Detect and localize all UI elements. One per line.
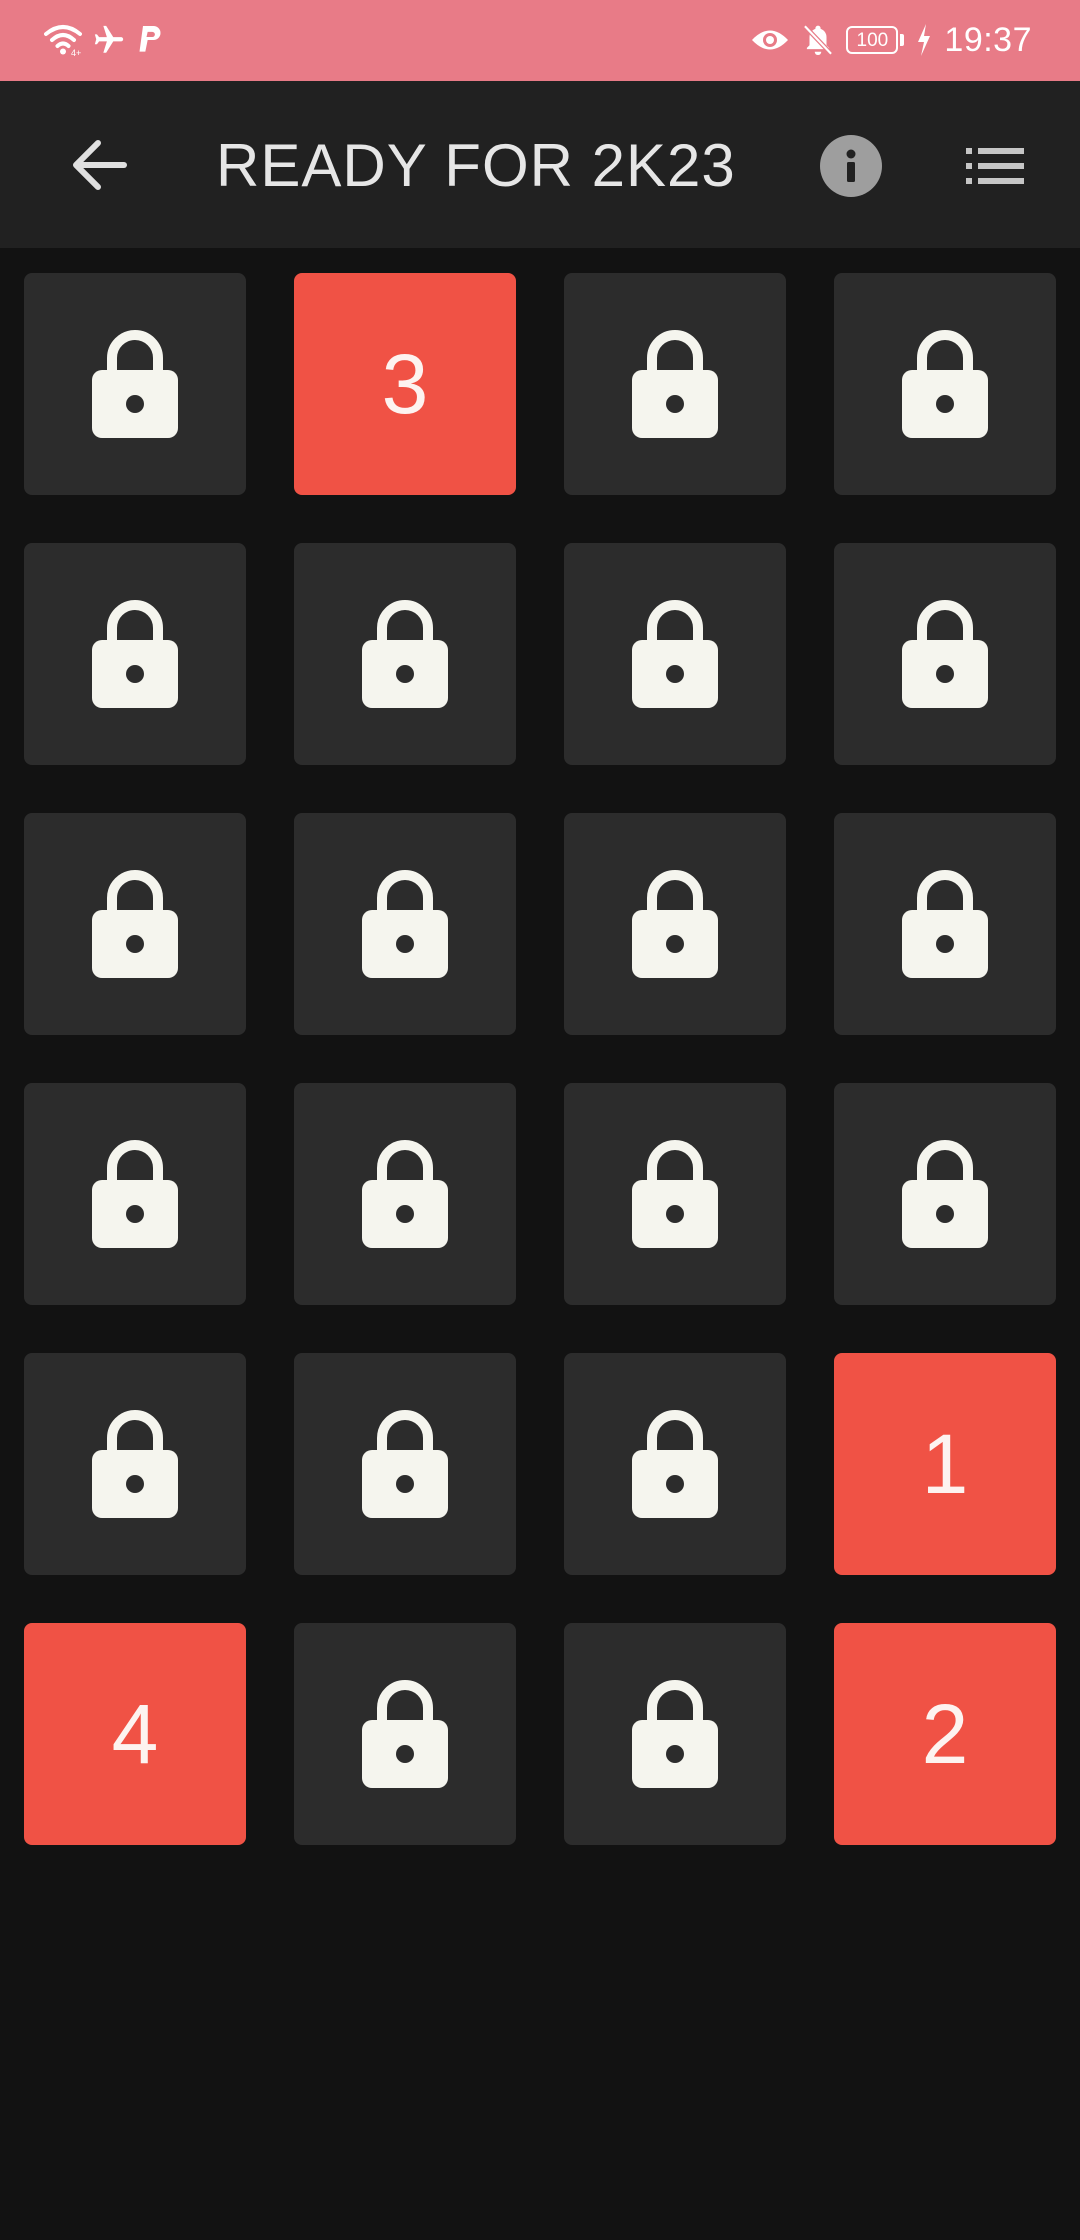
- svg-text:4+: 4+: [71, 48, 81, 57]
- lock-icon: [902, 330, 988, 438]
- level-tile-locked[interactable]: [294, 1623, 516, 1845]
- lock-icon: [902, 600, 988, 708]
- level-tile-unlocked[interactable]: 1: [834, 1353, 1056, 1575]
- list-button[interactable]: [962, 141, 1028, 191]
- level-number: 3: [381, 337, 429, 431]
- level-grid: 3 1 4 2: [24, 273, 1056, 1845]
- list-icon: [966, 148, 1024, 184]
- lock-icon: [632, 1140, 718, 1248]
- level-tile-locked[interactable]: [834, 273, 1056, 495]
- level-tile-locked[interactable]: [24, 1353, 246, 1575]
- lock-icon: [362, 1410, 448, 1518]
- level-tile-locked[interactable]: [564, 543, 786, 765]
- lock-icon: [632, 1680, 718, 1788]
- level-tile-locked[interactable]: [294, 813, 516, 1035]
- level-tile-unlocked[interactable]: 4: [24, 1623, 246, 1845]
- lock-icon: [902, 870, 988, 978]
- lock-icon: [632, 1410, 718, 1518]
- status-left-icons: 4+: [44, 18, 164, 62]
- charging-icon: [916, 23, 932, 57]
- level-tile-locked[interactable]: [834, 813, 1056, 1035]
- level-tile-locked[interactable]: [834, 543, 1056, 765]
- info-button[interactable]: [820, 135, 882, 197]
- level-tile-locked[interactable]: [564, 273, 786, 495]
- level-tile-locked[interactable]: [294, 1353, 516, 1575]
- level-tile-locked[interactable]: [564, 813, 786, 1035]
- lock-icon: [92, 600, 178, 708]
- bell-off-icon: [802, 23, 834, 57]
- lock-icon: [632, 870, 718, 978]
- arrow-left-icon: [73, 140, 127, 190]
- level-number: 2: [921, 1687, 969, 1781]
- lock-icon: [92, 1140, 178, 1248]
- app-toolbar: READY FOR 2K23: [0, 81, 1080, 248]
- lock-icon: [632, 600, 718, 708]
- level-tile-unlocked[interactable]: 2: [834, 1623, 1056, 1845]
- back-button[interactable]: [60, 133, 140, 197]
- lock-icon: [632, 330, 718, 438]
- level-tile-locked[interactable]: [294, 543, 516, 765]
- page-title: READY FOR 2K23: [216, 132, 736, 199]
- level-tile-locked[interactable]: [834, 1083, 1056, 1305]
- lock-icon: [362, 1140, 448, 1248]
- level-tile-locked[interactable]: [24, 273, 246, 495]
- battery-tip: [900, 34, 905, 46]
- lock-icon: [92, 1410, 178, 1518]
- eye-icon: [750, 25, 790, 55]
- lock-icon: [92, 870, 178, 978]
- level-tile-locked[interactable]: [24, 813, 246, 1035]
- level-tile-locked[interactable]: [564, 1353, 786, 1575]
- status-bar: 4+ 100 19:37: [0, 0, 1080, 81]
- info-icon: [846, 149, 856, 182]
- status-right-icons: 100 19:37: [750, 18, 1032, 62]
- battery-icon: 100: [846, 26, 905, 54]
- level-number: 1: [921, 1417, 969, 1511]
- lock-icon: [902, 1140, 988, 1248]
- status-time: 19:37: [944, 20, 1032, 59]
- level-tile-locked[interactable]: [24, 1083, 246, 1305]
- lock-icon: [92, 330, 178, 438]
- level-tile-locked[interactable]: [564, 1083, 786, 1305]
- paypal-icon: [136, 23, 164, 57]
- wifi-icon: 4+: [44, 23, 82, 57]
- level-number: 4: [111, 1687, 159, 1781]
- level-tile-unlocked[interactable]: 3: [294, 273, 516, 495]
- level-tile-locked[interactable]: [564, 1623, 786, 1845]
- level-tile-locked[interactable]: [24, 543, 246, 765]
- level-tile-locked[interactable]: [294, 1083, 516, 1305]
- lock-icon: [362, 870, 448, 978]
- battery-level: 100: [846, 26, 899, 54]
- airplane-icon: [92, 23, 126, 57]
- lock-icon: [362, 1680, 448, 1788]
- lock-icon: [362, 600, 448, 708]
